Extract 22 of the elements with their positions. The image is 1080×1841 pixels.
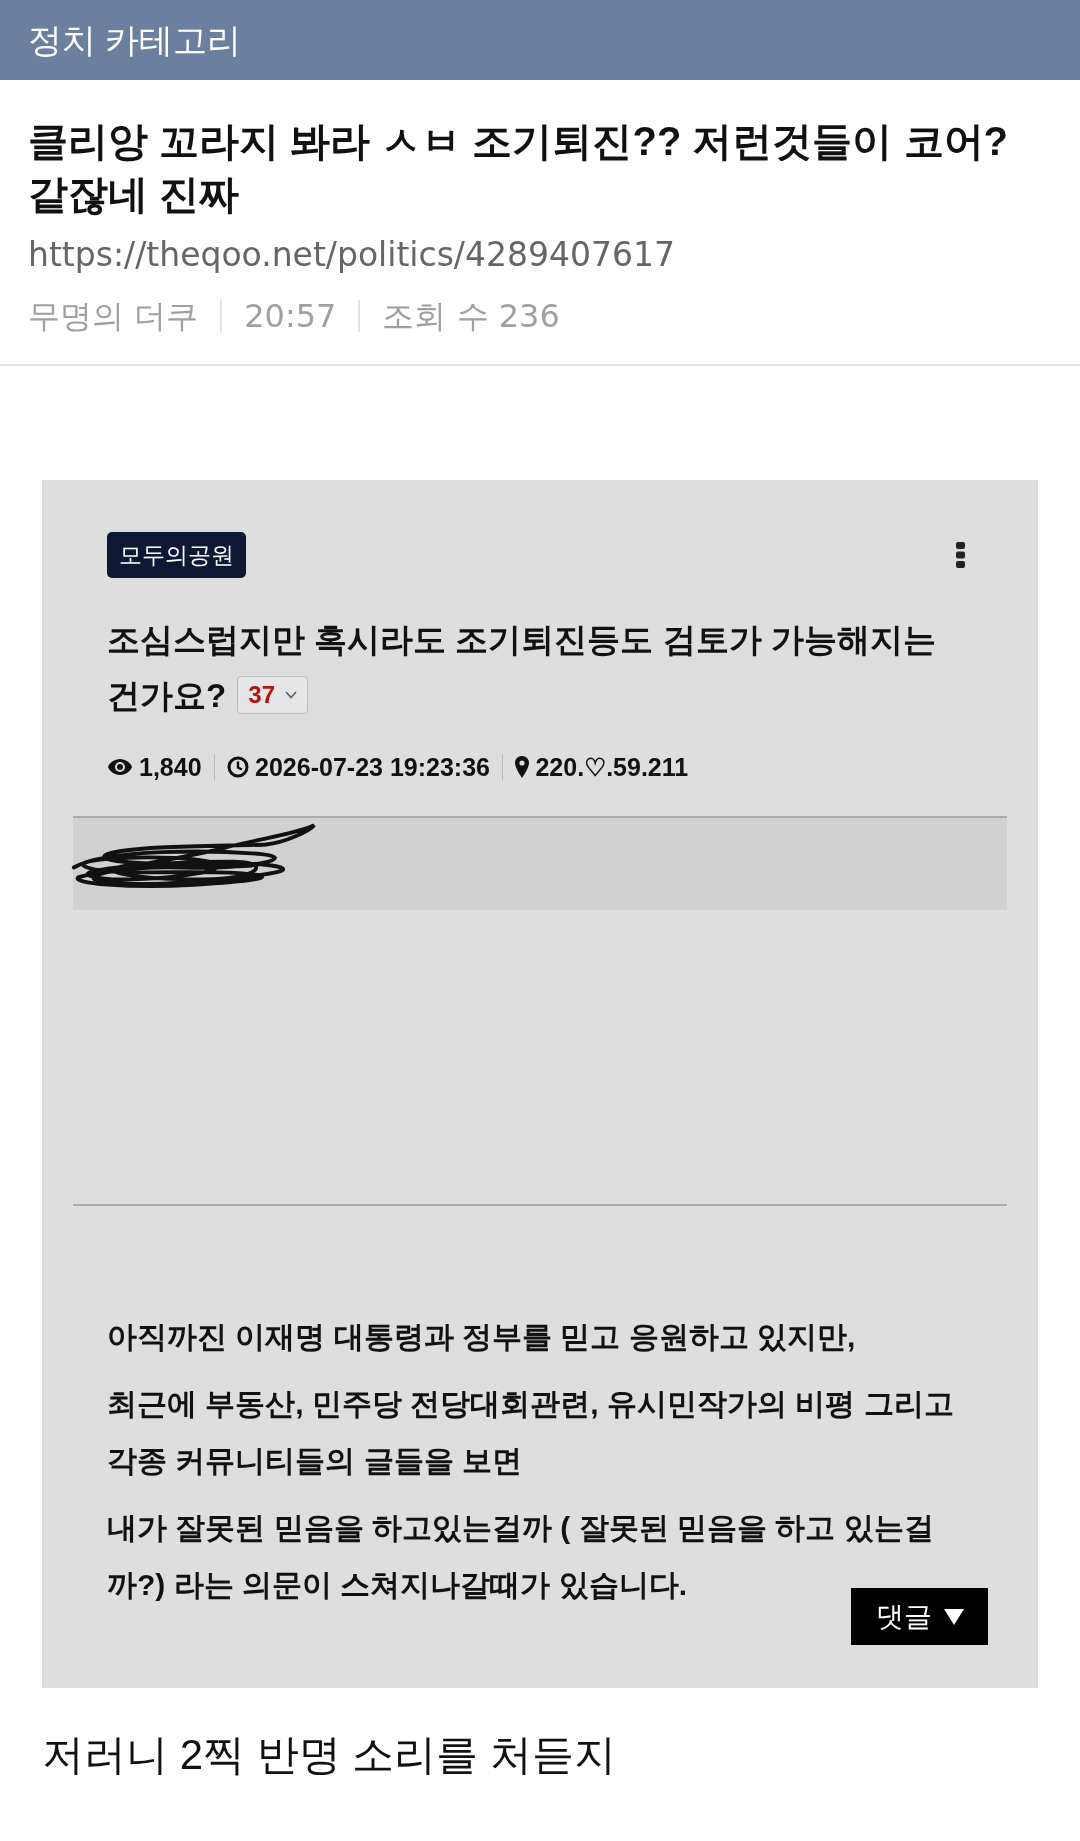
quoted-post-title: 조심스럽지만 혹시라도 조기퇴진등도 검토가 가능해지는 건가요? 37	[107, 620, 937, 717]
chevron-down-icon	[285, 691, 298, 700]
comments-button[interactable]: 댓글	[851, 1588, 988, 1645]
comment-count-badge[interactable]: 37	[237, 676, 309, 715]
body-paragraph: 최근에 부동산, 민주당 전당대회관련, 유시민작가의 비평 그리고 각종 커뮤니티들의 글들을 보면	[107, 1386, 955, 1479]
category-title: 정치 카테고리	[28, 20, 242, 60]
clock-icon	[227, 756, 250, 778]
comment-text: 저러니 2찍 반명 소리를 처듣지	[42, 1730, 617, 1780]
caret-down-icon	[943, 1608, 964, 1625]
post-time: 20:57	[244, 296, 337, 336]
ip-address: 220.♡.59.211	[535, 752, 689, 783]
map-pin-icon	[515, 756, 530, 778]
author-name: 무명의 더쿠	[28, 296, 199, 336]
more-options-icon[interactable]	[956, 542, 965, 568]
view-count: 1,840	[139, 752, 202, 783]
post-url[interactable]: https://theqoo.net/politics/4289407617	[28, 235, 675, 275]
eye-icon	[107, 758, 133, 776]
board-tag: 모두의공원	[107, 532, 246, 578]
post-time: 2026-07-23 19:23:36	[255, 752, 490, 783]
post-title: 클리앙 꼬라지 봐라 ㅅㅂ 조기퇴진?? 저런것들이 코어? 같잖네 진짜	[28, 118, 1009, 218]
view-count: 조회 수 236	[382, 296, 560, 336]
body-paragraph: 아직까진 이재명 대통령과 정부를 믿고 응원하고 있지만,	[107, 1319, 857, 1355]
